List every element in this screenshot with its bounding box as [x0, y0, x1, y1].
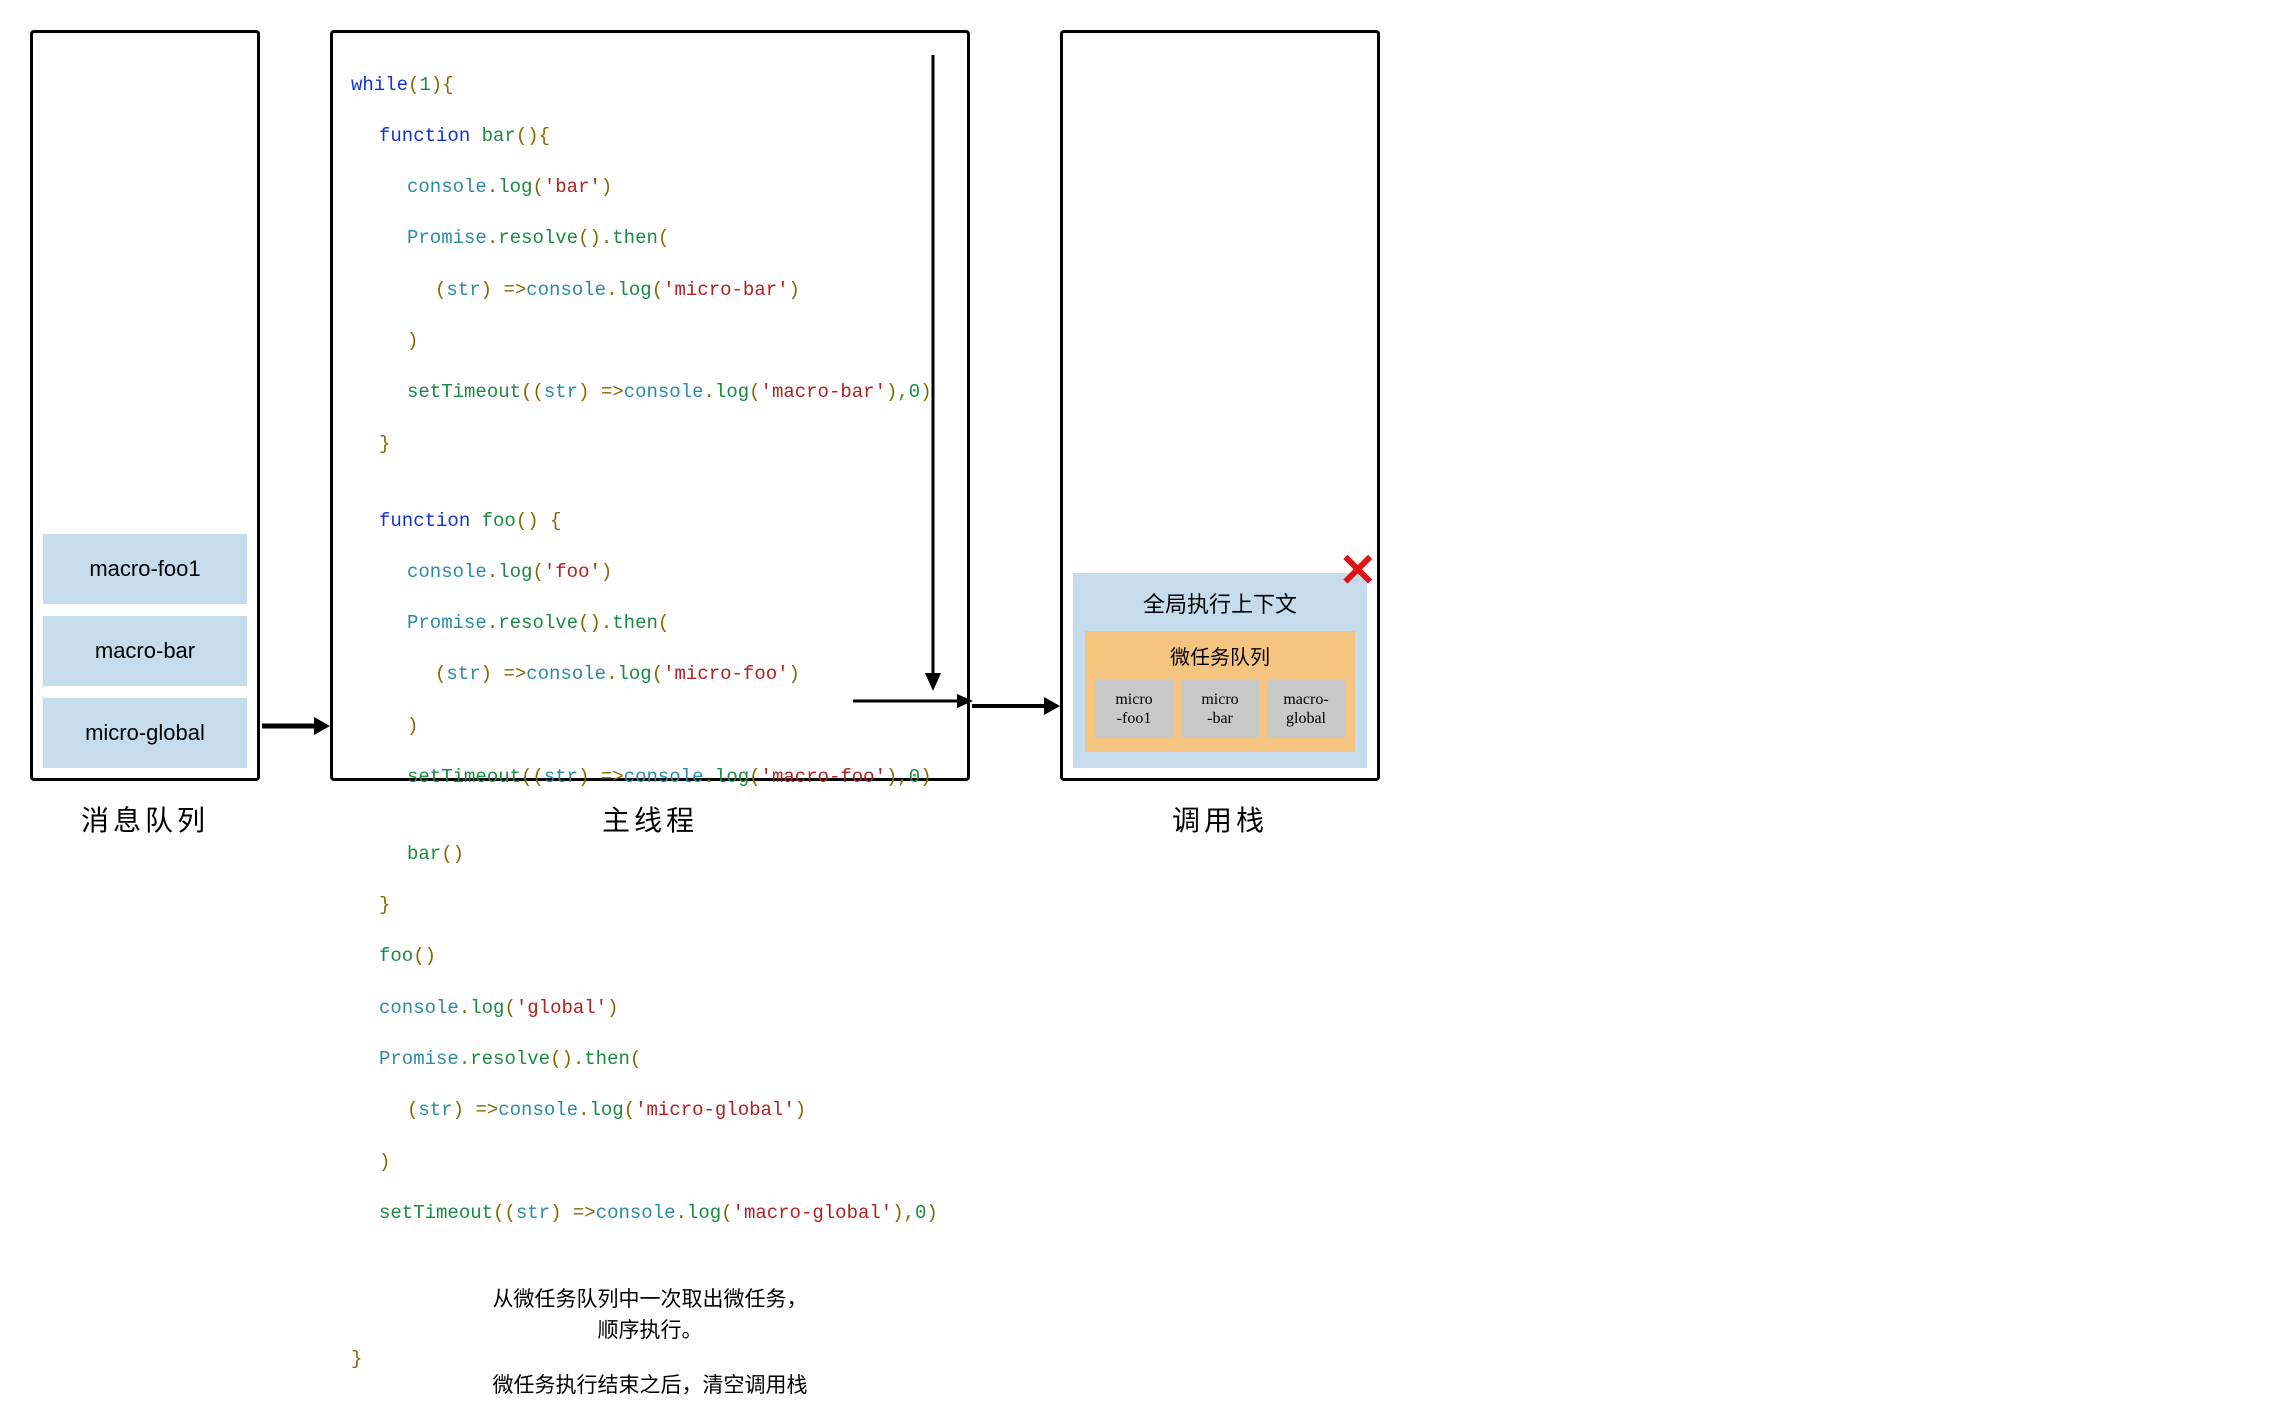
code-line: console.log('bar')	[351, 175, 949, 201]
microtask-item: micro-bar	[1181, 680, 1259, 738]
call-stack-box: ✕ 全局执行上下文 微任务队列 micro-foo1 micro-bar mac…	[1060, 30, 1380, 781]
code-line: }	[351, 893, 949, 919]
main-thread-box: while(1){ function bar(){ console.log('b…	[330, 30, 970, 781]
close-icon: ✕	[1338, 547, 1377, 593]
annotation: 从微任务队列中一次取出微任务， 顺序执行。	[351, 1284, 949, 1347]
code-line: (str) =>console.log('micro-global')	[351, 1098, 949, 1124]
code-line: function foo() {	[351, 509, 949, 535]
call-stack-caption: 调用栈	[1172, 799, 1268, 839]
code-block: while(1){ function bar(){ console.log('b…	[351, 47, 949, 1278]
code-line: )	[351, 714, 949, 740]
annotation-line: 从微任务队列中一次取出微任务，	[351, 1284, 949, 1316]
arrow-right-icon	[970, 691, 1060, 721]
annotation-line: 顺序执行。	[351, 1315, 949, 1347]
code-line: setTimeout((str) =>console.log('macro-gl…	[351, 1201, 949, 1227]
code-line: setTimeout((str) =>console.log('macro-ba…	[351, 380, 949, 406]
microtask-item: macro-global	[1267, 680, 1345, 738]
queue-item: micro-global	[43, 698, 247, 768]
arrow-right-icon	[260, 711, 330, 741]
global-exec-context: ✕ 全局执行上下文 微任务队列 micro-foo1 micro-bar mac…	[1073, 573, 1367, 768]
code-line: }	[351, 1347, 949, 1373]
code-line: )	[351, 329, 949, 355]
microtask-items: micro-foo1 micro-bar macro-global	[1095, 680, 1345, 738]
arrow-right-icon	[853, 691, 973, 716]
code-line: bar()	[351, 842, 949, 868]
main-thread-column: while(1){ function bar(){ console.log('b…	[330, 30, 970, 839]
code-line: Promise.resolve().then(	[351, 611, 949, 637]
annotation-line: 微任务执行结束之后，清空调用栈	[351, 1370, 949, 1402]
code-line: }	[351, 432, 949, 458]
message-queue-caption: 消息队列	[81, 799, 209, 839]
message-queue-column: macro-foo1 macro-bar micro-global 消息队列	[30, 30, 260, 839]
arrow-down-icon	[921, 53, 945, 698]
diagram-stage: macro-foo1 macro-bar micro-global 消息队列 w…	[30, 30, 2254, 839]
microtask-item: micro-foo1	[1095, 680, 1173, 738]
arrow-queue-to-main	[260, 30, 330, 781]
code-line: (str) =>console.log('micro-bar')	[351, 278, 949, 304]
code-line: )	[351, 1150, 949, 1176]
code-line: console.log('foo')	[351, 560, 949, 586]
call-stack-column: ✕ 全局执行上下文 微任务队列 micro-foo1 micro-bar mac…	[1060, 30, 1380, 839]
code-line: setTimeout((str) =>console.log('macro-fo…	[351, 765, 949, 791]
queue-item: macro-foo1	[43, 534, 247, 604]
code-line: Promise.resolve().then(	[351, 1047, 949, 1073]
queue-item: macro-bar	[43, 616, 247, 686]
code-line: foo()	[351, 944, 949, 970]
message-queue-box: macro-foo1 macro-bar micro-global	[30, 30, 260, 781]
microtask-queue: 微任务队列 micro-foo1 micro-bar macro-global	[1085, 631, 1355, 752]
code-line: function bar(){	[351, 124, 949, 150]
code-line: Promise.resolve().then(	[351, 226, 949, 252]
code-line: (str) =>console.log('micro-foo')	[351, 662, 949, 688]
microtask-queue-title: 微任务队列	[1095, 641, 1345, 670]
code-line: while(1){	[351, 74, 454, 96]
context-title: 全局执行上下文	[1085, 587, 1355, 619]
code-line: console.log('global')	[351, 996, 949, 1022]
arrow-main-to-stack	[970, 30, 1060, 781]
